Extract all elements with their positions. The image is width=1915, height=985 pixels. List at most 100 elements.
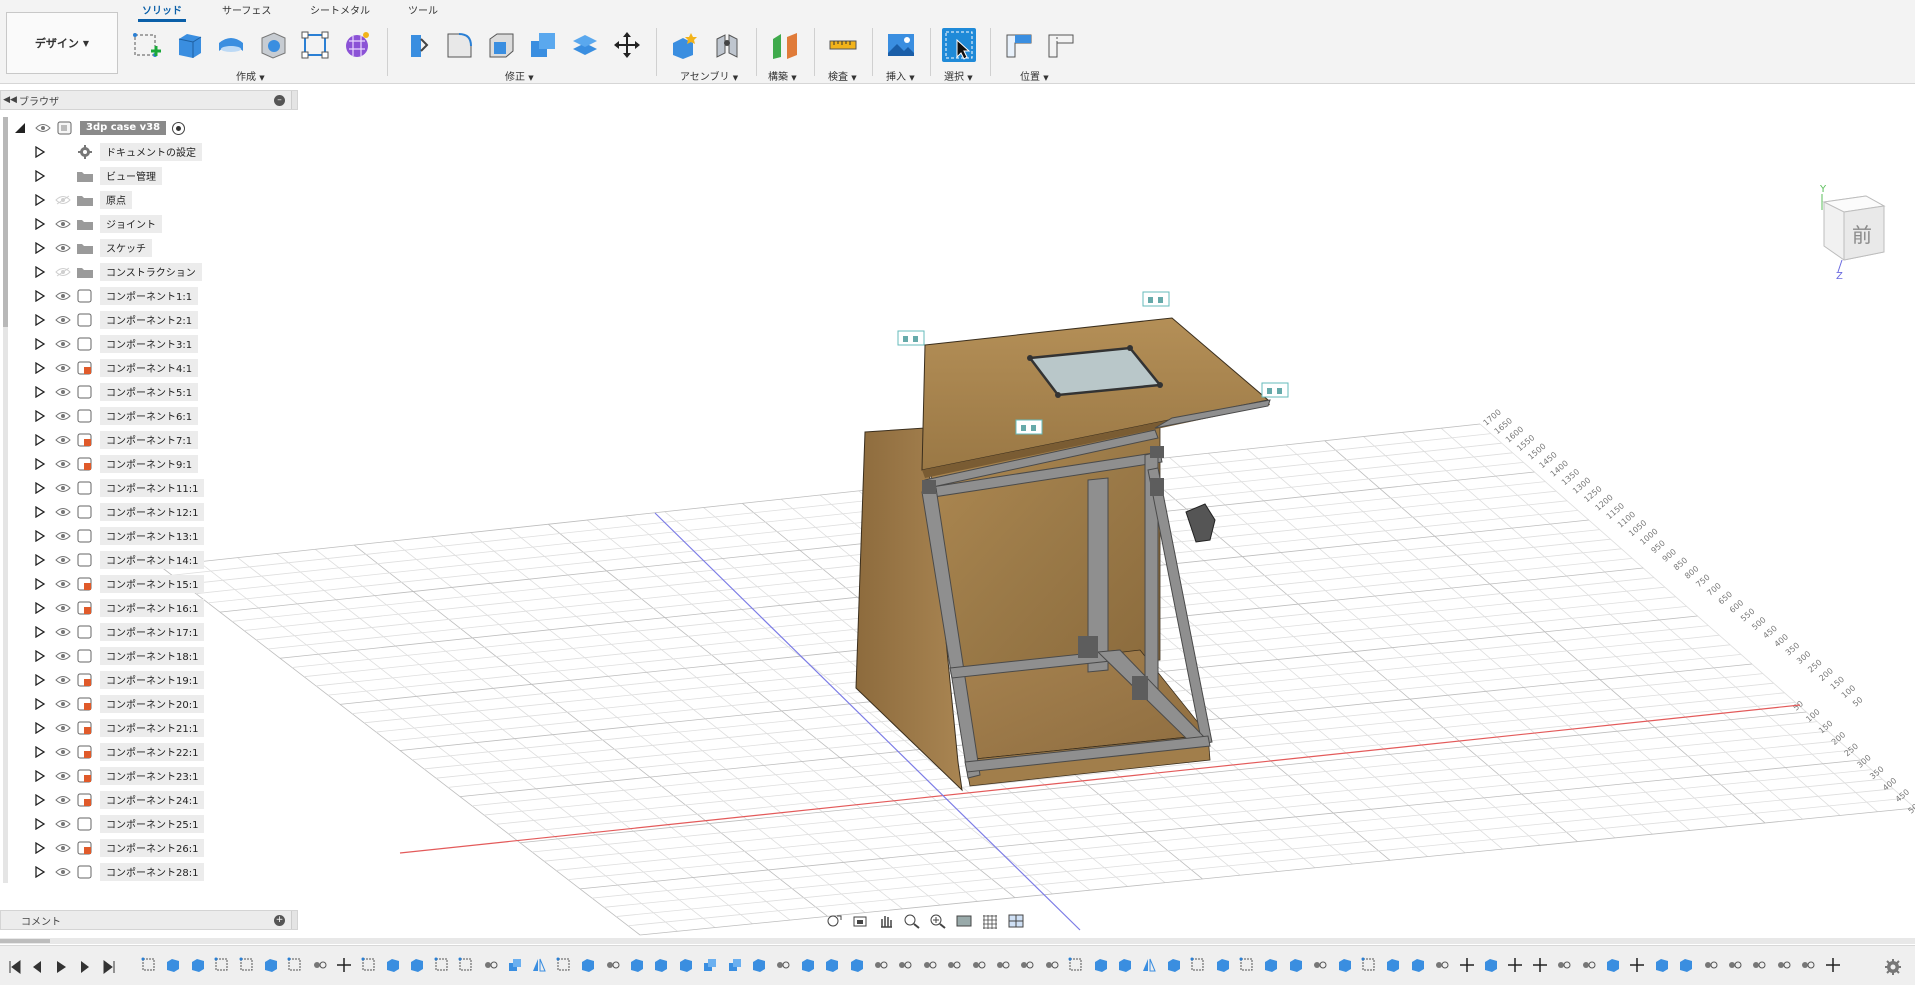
tree-item-label[interactable]: ドキュメントの設定 [100, 143, 202, 161]
step-forward-icon[interactable] [76, 959, 94, 975]
tree-item[interactable]: コンポーネント3:1 [34, 333, 199, 355]
panel-grip[interactable] [291, 911, 297, 929]
timeline-joint-icon[interactable] [896, 956, 914, 974]
eye-icon[interactable] [54, 577, 72, 591]
expand-triangle-icon[interactable] [34, 818, 46, 830]
timeline-move-icon[interactable] [1531, 956, 1549, 974]
shell-icon[interactable] [484, 28, 518, 62]
expand-triangle-icon[interactable] [34, 770, 46, 782]
timeline-sketch-icon[interactable] [433, 956, 451, 974]
tree-item[interactable]: コンポーネント22:1 [34, 741, 205, 763]
timeline-combine-icon[interactable] [701, 956, 719, 974]
tree-item[interactable]: コンポーネント11:1 [34, 477, 205, 499]
tree-item-label[interactable]: コンポーネント24:1 [100, 791, 205, 809]
move-icon[interactable] [610, 28, 644, 62]
group-assemble[interactable]: アセンブリ ▼ [680, 68, 738, 83]
timeline-extrude-icon[interactable] [1214, 956, 1232, 974]
tree-item-label[interactable]: コンポーネント16:1 [100, 599, 205, 617]
expand-triangle-icon[interactable] [34, 434, 46, 446]
revert-position-icon[interactable] [1044, 28, 1078, 62]
tree-item-label[interactable]: コンポーネント2:1 [100, 311, 199, 329]
eye-icon[interactable] [54, 457, 72, 471]
timeline-move-icon[interactable] [335, 956, 353, 974]
expand-triangle-icon[interactable] [34, 842, 46, 854]
collapse-panel-icon[interactable]: ◀◀ [1, 95, 19, 105]
tree-item[interactable]: コンポーネント21:1 [34, 717, 205, 739]
group-select[interactable]: 選択 ▼ [944, 68, 973, 83]
tree-item[interactable]: コンポーネント5:1 [34, 381, 199, 403]
timeline-sketch-icon[interactable] [1067, 956, 1085, 974]
timeline-sketch-icon[interactable] [140, 956, 158, 974]
offset-face-icon[interactable] [568, 28, 602, 62]
tree-item-label[interactable]: コンポーネント6:1 [100, 407, 199, 425]
expand-triangle-icon[interactable] [34, 314, 46, 326]
form-icon[interactable] [340, 28, 374, 62]
eye-icon[interactable] [54, 361, 72, 375]
tree-item[interactable]: コンポーネント23:1 [34, 765, 205, 787]
create-sketch-icon[interactable] [130, 28, 164, 62]
tree-item-label[interactable]: コンポーネント25:1 [100, 815, 205, 833]
eye-icon[interactable] [54, 529, 72, 543]
expand-triangle-icon[interactable] [34, 410, 46, 422]
expand-triangle-icon[interactable] [34, 146, 46, 158]
tree-item[interactable]: コンポーネント28:1 [34, 861, 205, 883]
timeline-sketch-icon[interactable] [1238, 956, 1256, 974]
eye-icon[interactable] [54, 553, 72, 567]
eye-icon[interactable] [54, 241, 72, 255]
timeline-extrude-icon[interactable] [677, 956, 695, 974]
press-pull-icon[interactable] [400, 28, 434, 62]
timeline-joint-icon[interactable] [482, 956, 500, 974]
eye-icon[interactable] [54, 673, 72, 687]
expand-triangle-icon[interactable] [34, 554, 46, 566]
timeline-mirror-icon[interactable] [1140, 956, 1158, 974]
timeline-joint-icon[interactable] [604, 956, 622, 974]
browser-header[interactable]: ◀◀ ブラウザ – [0, 90, 298, 110]
timeline-scroll-thumb[interactable] [0, 939, 50, 943]
viewcube[interactable]: Y 前 Z [1806, 180, 1901, 280]
timeline-extrude-icon[interactable] [628, 956, 646, 974]
comment-panel[interactable]: コメント + [0, 910, 298, 930]
timeline-extrude-icon[interactable] [1165, 956, 1183, 974]
tree-item-label[interactable]: コンポーネント4:1 [100, 359, 199, 377]
tree-item[interactable]: コンポーネント20:1 [34, 693, 205, 715]
eye-icon[interactable] [54, 769, 72, 783]
timeline-extrude-icon[interactable] [1116, 956, 1134, 974]
tree-item-label[interactable]: コンポーネント11:1 [100, 479, 205, 497]
tree-item[interactable]: コンポーネント7:1 [34, 429, 199, 451]
expand-triangle-icon[interactable] [34, 194, 46, 206]
tree-item[interactable]: コンポーネント15:1 [34, 573, 205, 595]
capture-position-icon[interactable] [1002, 28, 1036, 62]
expand-triangle-icon[interactable] [34, 746, 46, 758]
eye-icon[interactable] [54, 697, 72, 711]
expand-triangle-icon[interactable] [34, 170, 46, 182]
timeline-extrude-icon[interactable] [189, 956, 207, 974]
pan-hand-icon[interactable] [875, 911, 897, 931]
eye-icon[interactable] [54, 289, 72, 303]
tree-item[interactable]: コンポーネント24:1 [34, 789, 205, 811]
joint-icon[interactable] [710, 28, 744, 62]
timeline-joint-icon[interactable] [1311, 956, 1329, 974]
tree-item[interactable]: コンポーネント2:1 [34, 309, 199, 331]
timeline-move-icon[interactable] [1458, 956, 1476, 974]
expand-triangle-icon[interactable] [34, 338, 46, 350]
timeline-extrude-icon[interactable] [1092, 956, 1110, 974]
eye-icon[interactable] [54, 505, 72, 519]
timeline-extrude-icon[interactable] [652, 956, 670, 974]
tree-item-label[interactable]: スケッチ [100, 239, 152, 257]
eye-icon[interactable] [34, 121, 52, 135]
expand-triangle-icon[interactable] [34, 674, 46, 686]
combine-icon[interactable] [526, 28, 560, 62]
tree-item-label[interactable]: コンポーネント23:1 [100, 767, 205, 785]
floating-bracket[interactable] [1185, 503, 1216, 543]
tree-item-label[interactable]: コンポーネント7:1 [100, 431, 199, 449]
tree-item-label[interactable]: コンポーネント14:1 [100, 551, 205, 569]
measure-icon[interactable] [826, 28, 860, 62]
tree-item[interactable]: コンポーネント25:1 [34, 813, 205, 835]
tree-item[interactable]: コンストラクション [34, 261, 202, 283]
timeline-combine-icon[interactable] [506, 956, 524, 974]
timeline-joint-icon[interactable] [1775, 956, 1793, 974]
eye-icon[interactable] [54, 649, 72, 663]
timeline-joint-icon[interactable] [1750, 956, 1768, 974]
timeline-joint-icon[interactable] [311, 956, 329, 974]
tree-item-label[interactable]: ビュー管理 [100, 167, 162, 185]
